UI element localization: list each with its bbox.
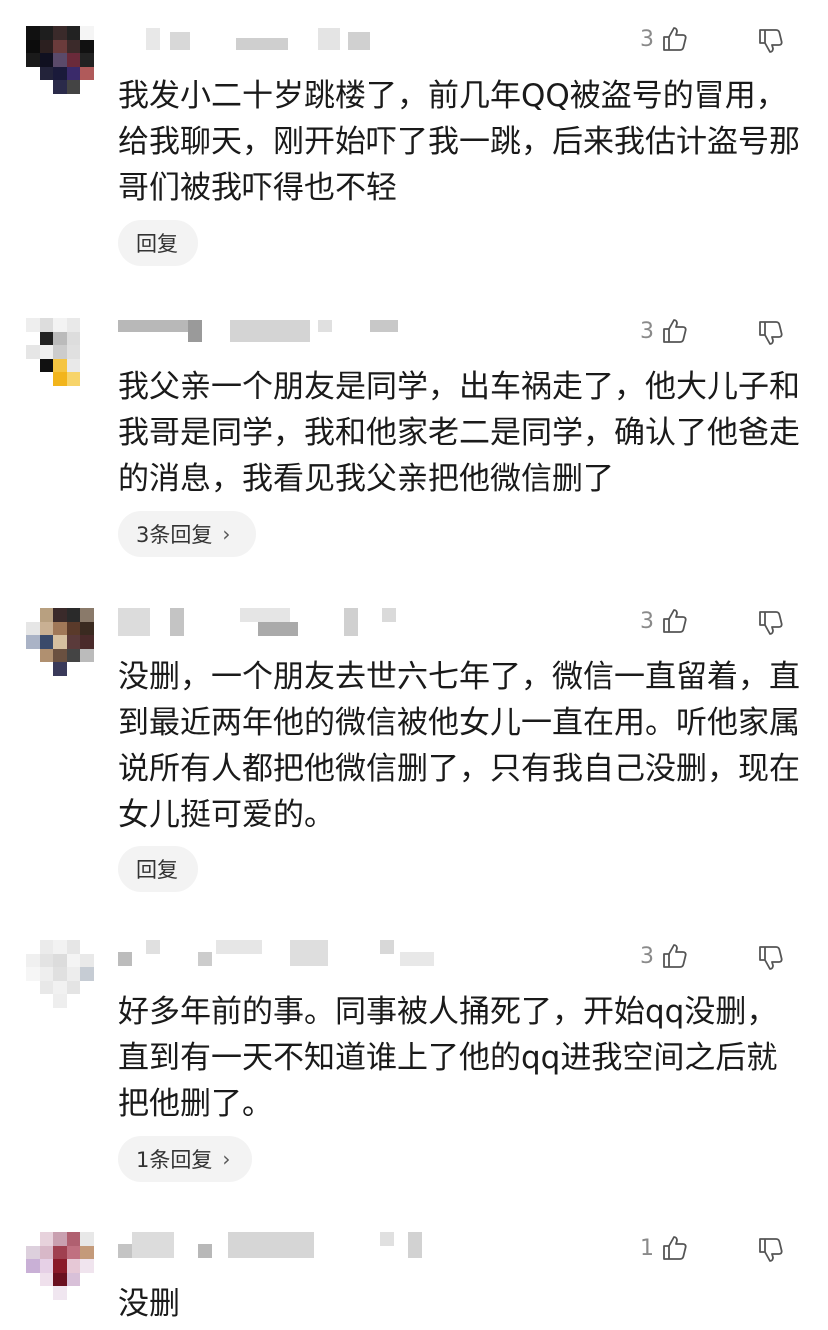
like-button[interactable]: 3 <box>640 24 690 54</box>
thumbs-up-icon <box>660 1233 690 1263</box>
replies-button[interactable]: 3条回复 › <box>118 511 256 557</box>
comment-text: 没删 <box>118 1286 180 1322</box>
avatar[interactable] <box>26 608 94 676</box>
reply-label: 回复 <box>136 858 178 882</box>
avatar[interactable] <box>26 940 94 1008</box>
like-count: 1 <box>640 1235 654 1261</box>
comment-text: 没删，一个朋友去世六七年了，微信一直留着，直到最近两年他的微信被他女儿一直在用。… <box>118 659 800 833</box>
replies-button[interactable]: 1条回复 › <box>118 1136 252 1182</box>
chevron-right-icon: › <box>222 1147 231 1171</box>
reply-label: 3条回复 <box>136 523 213 547</box>
thumbs-up-icon <box>660 316 690 346</box>
chevron-right-icon: › <box>222 522 231 546</box>
username-redacted[interactable] <box>118 940 458 970</box>
avatar[interactable] <box>26 318 94 386</box>
like-count: 3 <box>640 318 654 344</box>
thumbs-down-icon[interactable] <box>756 318 786 348</box>
thumbs-up-icon <box>660 24 690 54</box>
thumbs-down-icon[interactable] <box>756 1235 786 1265</box>
like-button[interactable]: 1 <box>640 1233 690 1263</box>
thumbs-down-icon[interactable] <box>756 943 786 973</box>
thumbs-down-icon[interactable] <box>756 26 786 56</box>
avatar[interactable] <box>26 26 94 94</box>
thumbs-up-icon <box>660 941 690 971</box>
reply-label: 1条回复 <box>136 1148 213 1172</box>
like-count: 3 <box>640 608 654 634</box>
username-redacted[interactable] <box>118 28 378 58</box>
like-count: 3 <box>640 943 654 969</box>
like-button[interactable]: 3 <box>640 316 690 346</box>
comment-text: 我发小二十岁跳楼了，前几年QQ被盗号的冒用，给我聊天，刚开始吓了我一跳，后来我估… <box>118 78 800 206</box>
reply-label: 回复 <box>136 232 178 256</box>
avatar[interactable] <box>26 1232 94 1300</box>
reply-button[interactable]: 回复 <box>118 220 198 266</box>
username-redacted[interactable] <box>118 320 408 350</box>
reply-button[interactable]: 回复 <box>118 846 198 892</box>
username-redacted[interactable] <box>118 608 408 638</box>
like-button[interactable]: 3 <box>640 606 690 636</box>
like-count: 3 <box>640 26 654 52</box>
like-button[interactable]: 3 <box>640 941 690 971</box>
username-redacted[interactable] <box>118 1232 438 1262</box>
comment-text: 我父亲一个朋友是同学，出车祸走了，他大儿子和我哥是同学，我和他家老二是同学，确认… <box>118 369 800 497</box>
comment-text: 好多年前的事。同事被人捅死了，开始qq没删，直到有一天不知道谁上了他的qq进我空… <box>118 994 778 1122</box>
thumbs-up-icon <box>660 606 690 636</box>
thumbs-down-icon[interactable] <box>756 608 786 638</box>
